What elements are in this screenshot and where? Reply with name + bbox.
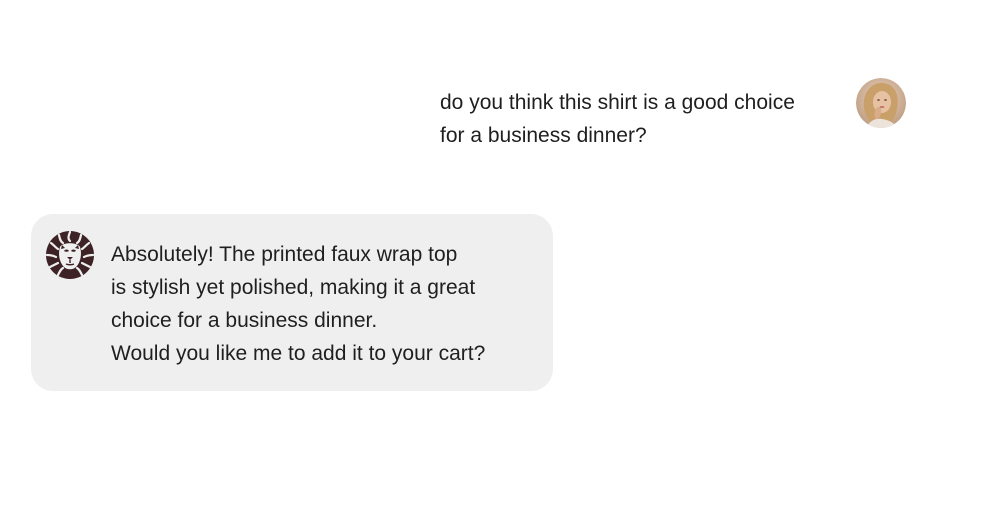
lion-logo-icon bbox=[45, 230, 95, 279]
bot-message-line: choice for a business dinner. bbox=[111, 309, 378, 332]
bot-message-line: Would you like me to add it to your cart… bbox=[111, 342, 486, 365]
user-photo-avatar-icon bbox=[856, 78, 906, 128]
user-message-line: for a business dinner? bbox=[440, 124, 647, 147]
bot-message-line: is stylish yet polished, making it a gre… bbox=[111, 276, 476, 299]
bot-message-bubble: Absolutely! The printed faux wrap top is… bbox=[31, 214, 553, 391]
user-message: do you think this shirt is a good choice… bbox=[440, 86, 845, 152]
bot-message: Absolutely! The printed faux wrap top is… bbox=[111, 238, 485, 370]
chat-conversation: do you think this shirt is a good choice… bbox=[0, 0, 983, 509]
user-message-line: do you think this shirt is a good choice bbox=[440, 91, 795, 114]
user-avatar bbox=[856, 78, 906, 128]
bot-avatar bbox=[44, 229, 96, 281]
bot-message-line: Absolutely! The printed faux wrap top bbox=[111, 243, 458, 266]
